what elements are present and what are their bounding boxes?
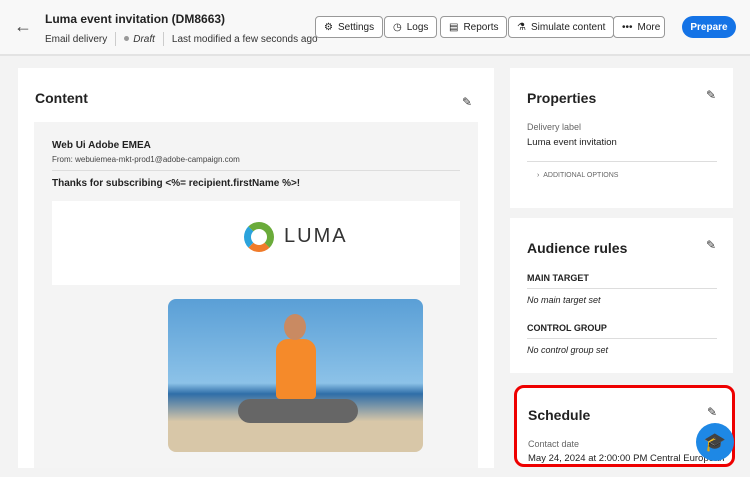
- additional-options-toggle[interactable]: › ADDITIONAL OPTIONS: [537, 172, 618, 179]
- prepare-button[interactable]: Prepare: [682, 16, 736, 38]
- delivery-type: Email delivery: [45, 33, 108, 45]
- content-title: Content: [35, 90, 88, 106]
- email-preview: Web Ui Adobe EMEA From: webuiemea-mkt-pr…: [34, 122, 478, 468]
- sender-name: Web Ui Adobe EMEA: [52, 140, 151, 151]
- luma-logo-text: LUMA: [284, 225, 348, 247]
- chevron-right-icon: ›: [537, 172, 540, 179]
- learn-graduation-cap-icon[interactable]: 🎓: [696, 423, 734, 461]
- edit-pencil-icon[interactable]: ✎: [706, 238, 716, 252]
- control-group-label: CONTROL GROUP: [527, 323, 607, 333]
- main-target-value: No main target set: [527, 295, 601, 305]
- luma-logo-icon: [244, 222, 274, 252]
- logo-banner: LUMA: [52, 201, 460, 285]
- settings-button[interactable]: ⚙ Settings: [315, 16, 384, 38]
- edit-pencil-icon[interactable]: ✎: [707, 405, 717, 419]
- audience-title: Audience rules: [527, 240, 628, 256]
- control-group-value: No control group set: [527, 345, 609, 355]
- edit-pencil-icon[interactable]: ✎: [706, 88, 716, 102]
- audience-card: Audience rules ✎ MAIN TARGET No main tar…: [510, 218, 733, 373]
- header: ← Luma event invitation (DM8663) Email d…: [0, 0, 750, 56]
- main-target-label: MAIN TARGET: [527, 273, 589, 283]
- reports-button[interactable]: ▤ Reports: [440, 16, 508, 38]
- yoga-image: [168, 299, 423, 452]
- report-icon: ▤: [449, 21, 459, 33]
- contact-date-caption: Contact date: [528, 439, 580, 449]
- delivery-label-value: Luma event invitation: [527, 137, 617, 148]
- last-modified: Last modified a few seconds ago: [171, 33, 318, 45]
- delivery-label-caption: Delivery label: [527, 122, 582, 132]
- schedule-title: Schedule: [528, 407, 591, 423]
- properties-card: Properties ✎ Delivery label Luma event i…: [510, 68, 733, 208]
- history-icon: ◷: [393, 21, 402, 33]
- logs-button[interactable]: ◷ Logs: [384, 16, 438, 38]
- content-card: Content ✎ Web Ui Adobe EMEA From: webuie…: [18, 68, 494, 468]
- contact-date-value: May 24, 2024 at 2:00:00 PM Central Europ…: [528, 453, 725, 464]
- from-address: From: webuiemea-mkt-prod1@adobe-campaign…: [52, 155, 240, 164]
- simulate-content-button[interactable]: ⚗ Simulate content: [508, 16, 615, 38]
- more-icon: •••: [622, 21, 633, 33]
- properties-title: Properties: [527, 90, 597, 106]
- back-arrow-icon[interactable]: ←: [14, 16, 32, 37]
- edit-pencil-icon[interactable]: ✎: [462, 95, 472, 109]
- header-meta: Email delivery Draft Last modified a few…: [45, 32, 318, 46]
- subject: Thanks for subscribing <%= recipient.fir…: [52, 178, 301, 189]
- flask-icon: ⚗: [517, 21, 526, 33]
- status-badge: Draft: [124, 34, 155, 45]
- page-title: Luma event invitation (DM8663): [45, 12, 226, 26]
- gear-icon: ⚙: [324, 21, 333, 33]
- more-button[interactable]: ••• More: [613, 16, 665, 38]
